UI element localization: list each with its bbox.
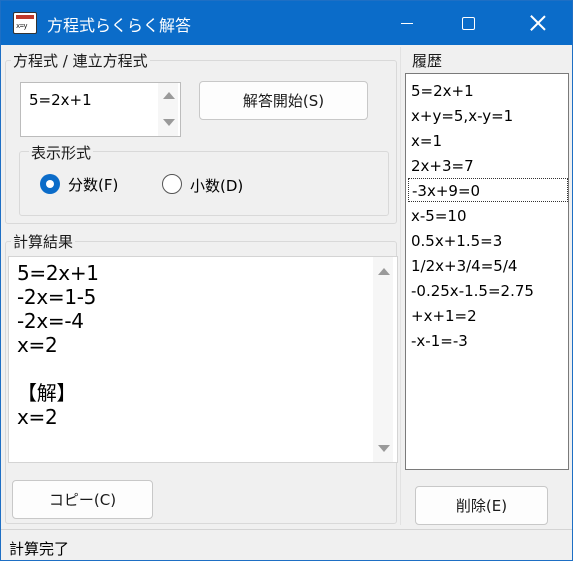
fraction-radio-label[interactable]: 分数(F) <box>68 174 118 195</box>
result-scroll-up-icon[interactable] <box>378 268 390 275</box>
history-item-focused[interactable]: -3x+9=0 <box>408 178 568 202</box>
app-icon: x=y <box>13 12 37 34</box>
decimal-radio-label[interactable]: 小数(D) <box>190 175 243 196</box>
history-item[interactable]: 0.5x+1.5=3 <box>408 229 568 253</box>
equation-group-label: 方程式 / 連立方程式 <box>11 50 150 71</box>
result-textarea[interactable]: 5=2x+1 -2x=1-5 -2x=-4 x=2 【解】 x=2 <box>8 256 398 463</box>
scroll-down-icon[interactable] <box>163 119 175 126</box>
history-item[interactable]: x=1 <box>408 129 568 153</box>
minimize-icon <box>401 22 413 24</box>
panel-divider <box>400 47 401 525</box>
close-icon <box>530 15 546 31</box>
window-title: 方程式らくらく解答 <box>47 16 192 35</box>
scroll-up-icon[interactable] <box>163 92 175 99</box>
format-group-label: 表示形式 <box>29 142 94 163</box>
result-scrollbar[interactable] <box>373 257 393 462</box>
fraction-radio[interactable] <box>40 174 60 194</box>
app-window: x=y 方程式らくらく解答 方程式 / 連立方程式 5=2x+1 解答開始(S)… <box>0 0 573 561</box>
maximize-button[interactable] <box>445 1 491 45</box>
equation-input-value: 5=2x+1 <box>29 91 92 109</box>
delete-button[interactable]: 削除(E) <box>415 486 548 525</box>
history-item[interactable]: 2x+3=7 <box>408 154 568 178</box>
result-text: 5=2x+1 -2x=1-5 -2x=-4 x=2 【解】 x=2 <box>17 261 99 429</box>
history-item[interactable]: x-5=10 <box>408 204 568 228</box>
title-bar: x=y 方程式らくらく解答 <box>1 1 572 45</box>
equation-input[interactable]: 5=2x+1 <box>20 82 181 137</box>
history-list[interactable]: 5=2x+1 x+y=5,x-y=1 x=1 2x+3=7 -3x+9=0 x-… <box>405 73 569 470</box>
equation-input-scrollbar[interactable] <box>158 83 178 136</box>
history-item[interactable]: 1/2x+3/4=5/4 <box>408 254 568 278</box>
copy-button[interactable]: コピー(C) <box>12 480 153 519</box>
result-group-label: 計算結果 <box>11 231 76 252</box>
result-scroll-down-icon[interactable] <box>378 445 390 452</box>
status-bar: 計算完了 <box>1 529 572 560</box>
decimal-radio[interactable] <box>162 174 182 194</box>
history-group-label: 履歴 <box>410 50 445 71</box>
solve-button[interactable]: 解答開始(S) <box>199 81 368 120</box>
history-item[interactable]: x+y=5,x-y=1 <box>408 104 568 128</box>
history-item[interactable]: -0.25x-1.5=2.75 <box>408 279 568 303</box>
history-item[interactable]: +x+1=2 <box>408 304 568 328</box>
status-text: 計算完了 <box>9 540 70 558</box>
maximize-icon <box>461 16 475 30</box>
app-icon-text: x=y <box>16 22 28 30</box>
history-item[interactable]: 5=2x+1 <box>408 79 568 103</box>
minimize-button[interactable] <box>384 1 430 45</box>
history-item[interactable]: -x-1=-3 <box>408 329 568 353</box>
close-button[interactable] <box>515 1 561 45</box>
